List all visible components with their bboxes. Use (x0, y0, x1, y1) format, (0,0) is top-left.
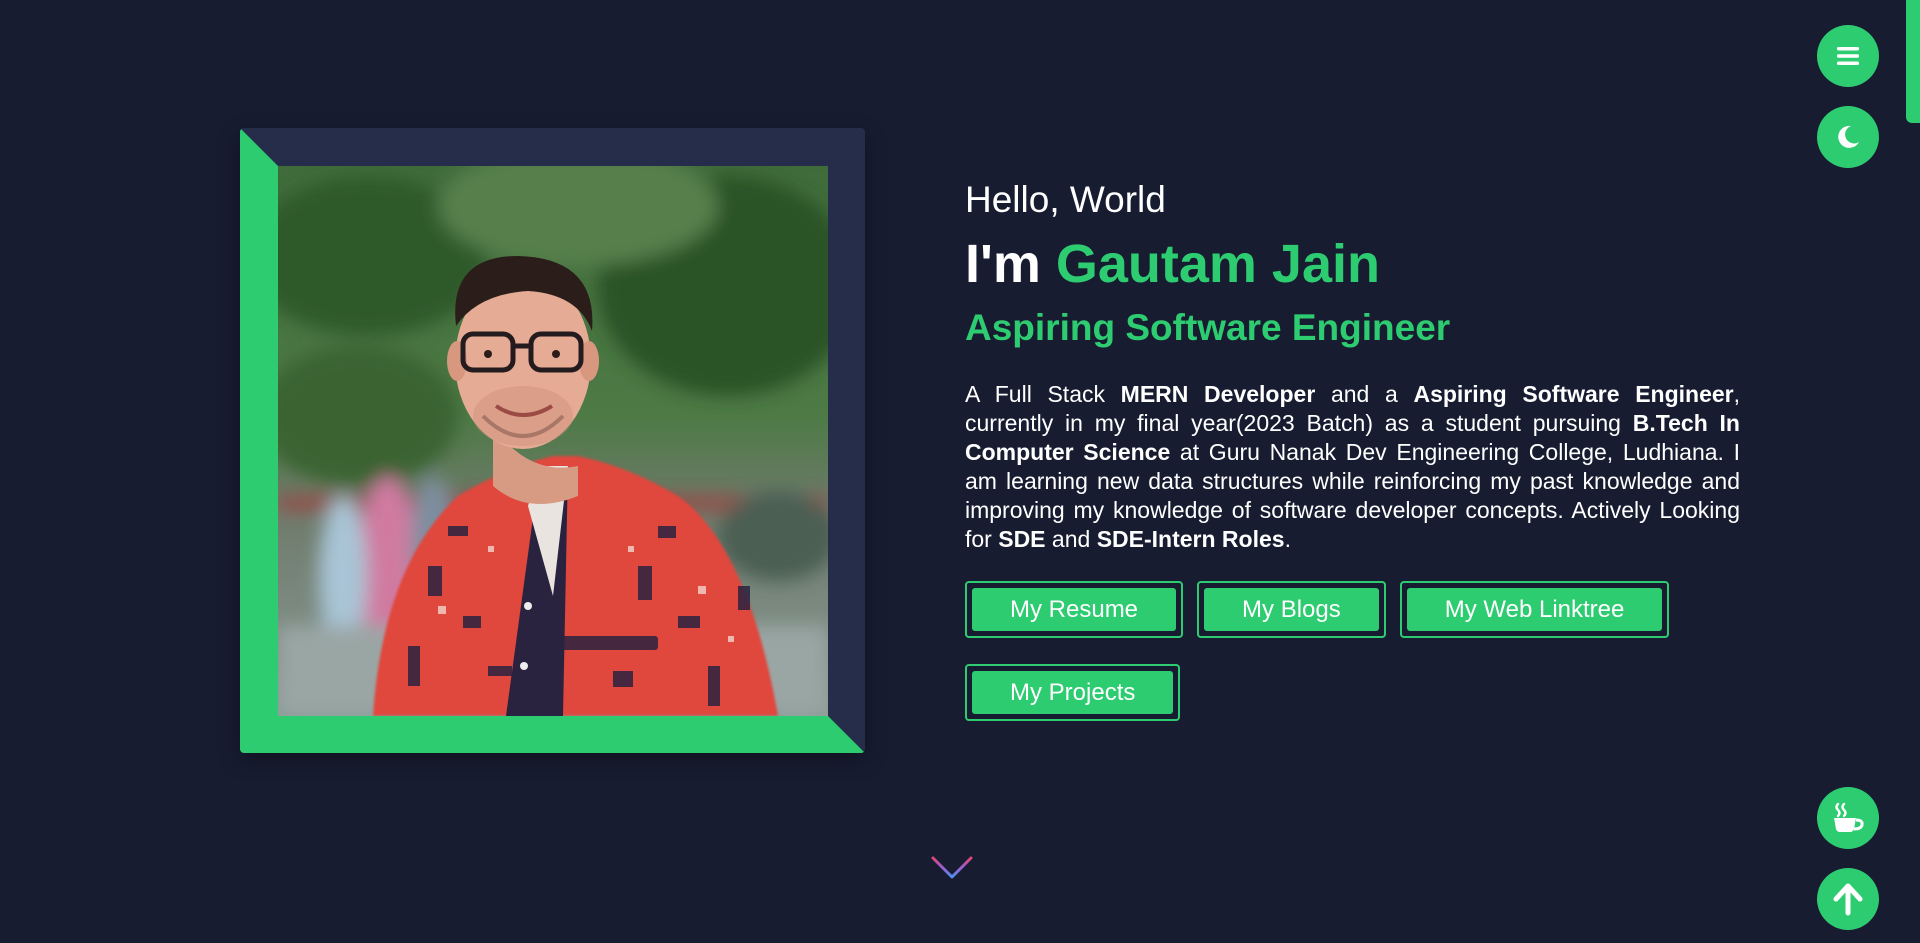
blogs-button-wrap: My Blogs (1197, 581, 1386, 638)
hero-intro: Hello, World I'm Gautam Jain Aspiring So… (965, 175, 1740, 721)
action-buttons: My Resume My Blogs My Web Linktree My Pr… (965, 581, 1725, 721)
greeting-text: Hello, World (965, 179, 1166, 220)
hamburger-menu-icon (1837, 47, 1859, 65)
name-heading: I'm Gautam Jain (965, 231, 1740, 297)
role-title: Aspiring Software Engineer (965, 307, 1451, 348)
back-to-top-button[interactable] (1817, 868, 1879, 930)
bio-paragraph: A Full Stack MERN Developer and a Aspiri… (965, 380, 1740, 554)
bio-highlight: SDE-Intern Roles (1096, 526, 1285, 552)
blogs-button[interactable]: My Blogs (1204, 588, 1379, 631)
profile-photo (278, 166, 828, 716)
scroll-down-link[interactable] (928, 818, 976, 887)
theme-toggle-button[interactable] (1817, 106, 1879, 168)
bio-highlight: MERN Developer (1120, 381, 1316, 407)
bio-highlight: Aspiring Software Engineer (1413, 381, 1734, 407)
scroll-progress-bar (1906, 0, 1920, 123)
coffee-cup-icon (1834, 802, 1864, 832)
linktree-button[interactable]: My Web Linktree (1406, 588, 1663, 631)
buy-me-coffee-button[interactable] (1817, 787, 1879, 849)
menu-button[interactable] (1817, 25, 1879, 87)
profile-photo-frame (240, 128, 865, 753)
projects-button-wrap: My Projects (965, 664, 1181, 721)
resume-button[interactable]: My Resume (972, 588, 1177, 631)
linktree-button-wrap: My Web Linktree (1399, 581, 1670, 638)
arrow-down-icon (931, 820, 973, 879)
name-highlight: Gautam Jain (1055, 234, 1380, 294)
bio-segment: and a (1315, 381, 1414, 407)
bio-segment: . (1284, 526, 1291, 552)
bio-highlight: SDE (998, 526, 1046, 552)
arrow-up-icon (1833, 883, 1863, 916)
name-prefix: I'm (965, 234, 1056, 294)
resume-button-wrap: My Resume (965, 581, 1184, 638)
moon-icon (1838, 125, 1859, 148)
bio-segment: and (1045, 526, 1097, 552)
projects-button[interactable]: My Projects (972, 671, 1174, 714)
bio-segment: A Full Stack (965, 381, 1121, 407)
